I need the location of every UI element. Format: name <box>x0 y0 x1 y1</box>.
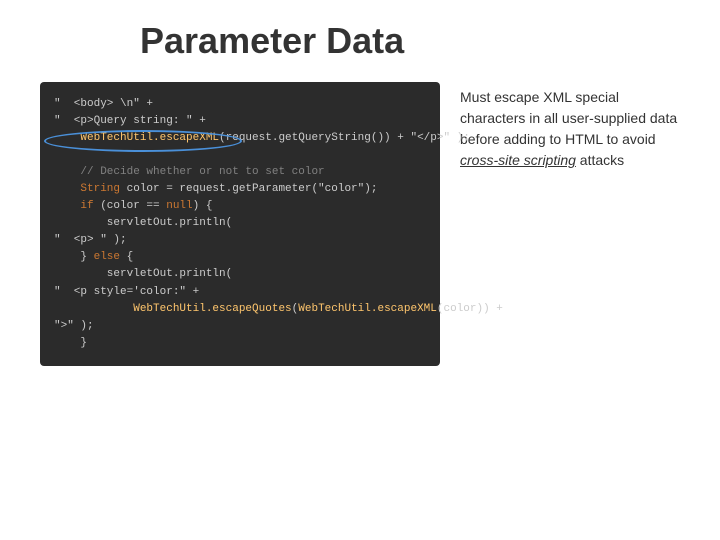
description-box: Must escape XML special characters in al… <box>460 82 680 366</box>
description-part1: Must escape XML special characters in al… <box>460 89 677 147</box>
page-title: Parameter Data <box>40 20 680 62</box>
code-block-wrapper: " <body> \n" + " <p>Query string: " + We… <box>40 82 440 366</box>
description-italic: cross-site scripting <box>460 152 576 168</box>
page-container: Parameter Data " <body> \n" + " <p>Query… <box>0 0 720 540</box>
content-area: " <body> \n" + " <p>Query string: " + We… <box>40 82 680 366</box>
description-part2: attacks <box>576 152 624 168</box>
code-block: " <body> \n" + " <p>Query string: " + We… <box>40 82 440 366</box>
description-text: Must escape XML special characters in al… <box>460 87 680 171</box>
